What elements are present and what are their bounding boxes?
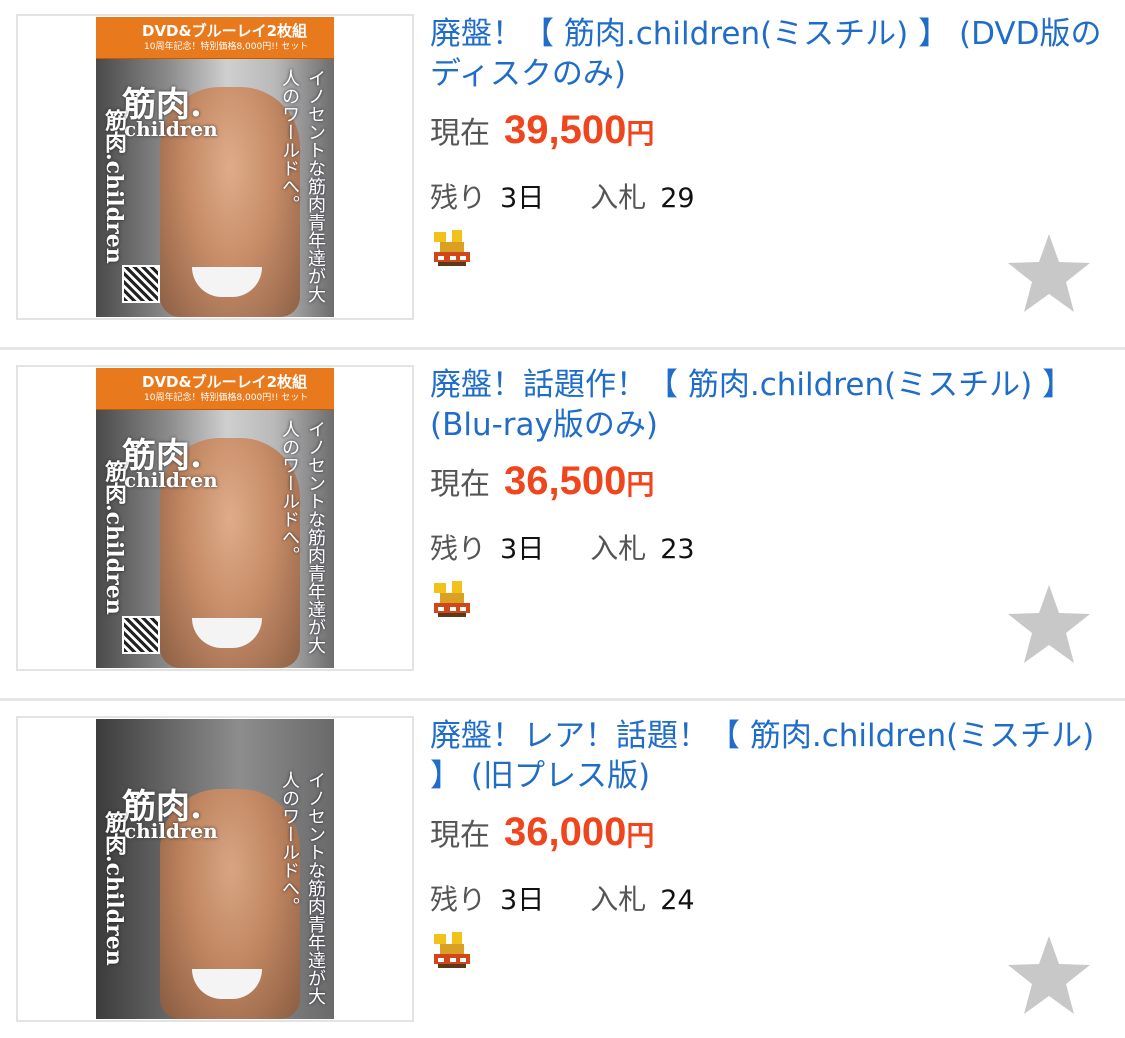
bids-value: 24 bbox=[660, 885, 695, 916]
price-label: 現在 bbox=[430, 818, 490, 853]
price-row: 現在 39,500 円 bbox=[430, 108, 654, 156]
meta-row: 残り 3日 入札 29 bbox=[430, 176, 695, 216]
cover-subtitle: children bbox=[124, 117, 218, 141]
price-label: 現在 bbox=[430, 116, 490, 151]
cover-band-text: DVD&ブルーレイ2枚組 bbox=[142, 22, 308, 40]
bids-label: 入札 bbox=[590, 532, 647, 565]
cover-tagline: イノセントな筋肉青年達が大人のワールドへ。 bbox=[279, 69, 326, 303]
bids-value: 29 bbox=[660, 183, 695, 214]
list-item[interactable]: DVD&ブルーレイ2枚組 10周年記念！特別価格8,000円!! セット 筋肉.… bbox=[0, 351, 1125, 701]
price-unit: 円 bbox=[626, 468, 655, 501]
item-title-link[interactable]: 廃盤！レア！話題！【 筋肉.children(ミスチル) 】 (旧プレス版) bbox=[430, 716, 1110, 796]
price-row: 現在 36,000 円 bbox=[430, 810, 654, 858]
cover-vertical-title: 筋肉.children bbox=[101, 811, 127, 966]
list-item[interactable]: DVD&ブルーレイ2枚組 10周年記念！特別価格8,000円!! セット 筋肉.… bbox=[0, 0, 1125, 350]
price-label: 現在 bbox=[430, 467, 490, 502]
price-value: 36,500 bbox=[504, 459, 627, 503]
cover-vertical-title: 筋肉.children bbox=[101, 460, 127, 615]
remaining-value: 3日 bbox=[500, 885, 545, 916]
cover-band-text: DVD&ブルーレイ2枚組 bbox=[142, 373, 308, 391]
cover-tagline: イノセントな筋肉青年達が大人のワールドへ。 bbox=[279, 771, 326, 1005]
cover-band-subtext: 10周年記念！特別価格8,000円!! セット bbox=[144, 42, 309, 52]
bids-label: 入札 bbox=[590, 181, 647, 214]
divider bbox=[0, 698, 1125, 701]
star-icon[interactable] bbox=[1006, 934, 1092, 1016]
star-icon[interactable] bbox=[1006, 232, 1092, 314]
item-title-link[interactable]: 廃盤！【 筋肉.children(ミスチル) 】 (DVD版のディスクのみ) bbox=[430, 14, 1110, 94]
product-image: DVD&ブルーレイ2枚組 10周年記念！特別価格8,000円!! セット 筋肉.… bbox=[96, 17, 334, 317]
price-row: 現在 36,500 円 bbox=[430, 459, 654, 507]
new-item-badge-icon bbox=[434, 230, 470, 266]
meta-row: 残り 3日 入札 23 bbox=[430, 527, 695, 567]
qr-code bbox=[122, 265, 160, 303]
new-item-badge-icon bbox=[434, 581, 470, 617]
item-title-link[interactable]: 廃盤！話題作！【 筋肉.children(ミスチル) 】 (Blu-ray版のみ… bbox=[430, 365, 1110, 445]
item-thumbnail[interactable]: DVD&ブルーレイ2枚組 10周年記念！特別価格8,000円!! セット 筋肉.… bbox=[16, 14, 414, 320]
product-image: DVD&ブルーレイ2枚組 10周年記念！特別価格8,000円!! セット 筋肉.… bbox=[96, 368, 334, 668]
meta-row: 残り 3日 入札 24 bbox=[430, 878, 695, 918]
bids-label: 入札 bbox=[590, 883, 647, 916]
price-value: 36,000 bbox=[504, 810, 627, 854]
product-image: 筋肉. children 筋肉.children イノセントな筋肉青年達が大人の… bbox=[96, 719, 334, 1019]
bids-value: 23 bbox=[660, 534, 695, 565]
remaining-label: 残り bbox=[430, 883, 487, 916]
divider bbox=[0, 347, 1125, 350]
new-item-badge-icon bbox=[434, 932, 470, 968]
list-item[interactable]: 筋肉. children 筋肉.children イノセントな筋肉青年達が大人の… bbox=[0, 702, 1125, 1038]
remaining-value: 3日 bbox=[500, 183, 545, 214]
price-unit: 円 bbox=[626, 117, 655, 150]
cover-subtitle: children bbox=[124, 468, 218, 492]
cover-band-subtext: 10周年記念！特別価格8,000円!! セット bbox=[144, 393, 309, 403]
remaining-label: 残り bbox=[430, 532, 487, 565]
qr-code bbox=[122, 616, 160, 654]
item-thumbnail[interactable]: DVD&ブルーレイ2枚組 10周年記念！特別価格8,000円!! セット 筋肉.… bbox=[16, 365, 414, 671]
cover-subtitle: children bbox=[124, 819, 218, 843]
cover-vertical-title: 筋肉.children bbox=[101, 109, 127, 264]
remaining-value: 3日 bbox=[500, 534, 545, 565]
price-value: 39,500 bbox=[504, 108, 627, 152]
price-unit: 円 bbox=[626, 819, 655, 852]
item-thumbnail[interactable]: 筋肉. children 筋肉.children イノセントな筋肉青年達が大人の… bbox=[16, 716, 414, 1022]
cover-tagline: イノセントな筋肉青年達が大人のワールドへ。 bbox=[279, 420, 326, 654]
remaining-label: 残り bbox=[430, 181, 487, 214]
star-icon[interactable] bbox=[1006, 583, 1092, 665]
